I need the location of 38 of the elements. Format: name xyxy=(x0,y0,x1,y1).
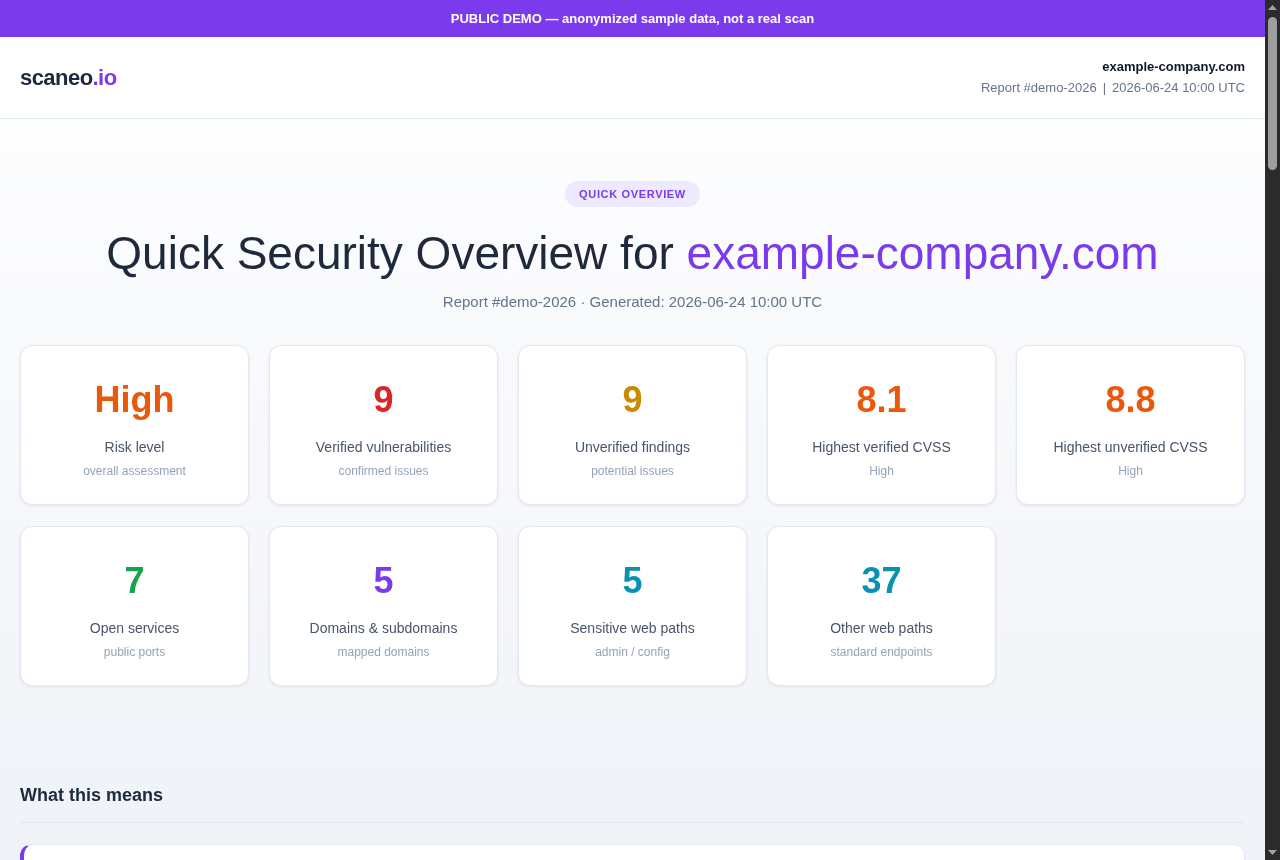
banner-text: PUBLIC DEMO — anonymized sample data, not a real scan xyxy=(450,9,815,28)
stat-label: Risk level xyxy=(104,438,165,457)
stat-note: confirmed issues xyxy=(338,463,429,479)
stat-note: public ports xyxy=(103,644,166,660)
stat-label: Sensitive web paths xyxy=(570,619,695,638)
section-badge: QUICK OVERVIEW xyxy=(565,181,700,207)
stat-note: admin / config xyxy=(595,644,670,660)
report-timestamp: 2026-06-24 10:00 UTC xyxy=(1112,80,1245,96)
stat-label: Open services xyxy=(89,619,180,638)
stat-value: 5 xyxy=(622,561,643,601)
stat-label: Domains & subdomains xyxy=(309,619,458,638)
domain-name: example-company.com xyxy=(1102,59,1245,75)
stat-note: mapped domains xyxy=(337,644,430,660)
stat-label: Highest verified CVSS xyxy=(812,438,951,457)
stat-label: Unverified findings xyxy=(574,438,691,457)
stat-value: High xyxy=(94,380,175,420)
stat-note: High xyxy=(1118,463,1143,479)
stat-note: overall assessment xyxy=(83,463,186,479)
stat-value: 5 xyxy=(373,561,394,601)
scrollbar[interactable] xyxy=(1265,0,1280,860)
separator: | xyxy=(1102,80,1106,96)
stat-value: 7 xyxy=(124,561,145,601)
stat-label: Other web paths xyxy=(830,619,933,638)
stat-value: 9 xyxy=(622,380,643,420)
stat-value: 37 xyxy=(861,561,902,601)
report-id: Report #demo-2026 xyxy=(981,80,1097,96)
stat-label: Verified vulnerabilities xyxy=(315,438,452,457)
stat-value: 8.1 xyxy=(856,380,907,420)
stat-note: standard endpoints xyxy=(830,644,933,660)
page-title: Quick Security Overview for example-company.com xyxy=(106,226,1159,281)
report-subtitle: Report #demo-2026 · Generated: 2026-06-24 10:00 UTC xyxy=(442,292,823,312)
stat-value: 9 xyxy=(373,380,394,420)
logo[interactable]: scaneo.io xyxy=(20,66,117,89)
stat-value: 8.8 xyxy=(1105,380,1156,420)
stat-label: Highest unverified CVSS xyxy=(1053,438,1208,457)
section-heading: What this means xyxy=(20,784,164,807)
stat-note: potential issues xyxy=(591,463,674,479)
stat-note: High xyxy=(869,463,894,479)
